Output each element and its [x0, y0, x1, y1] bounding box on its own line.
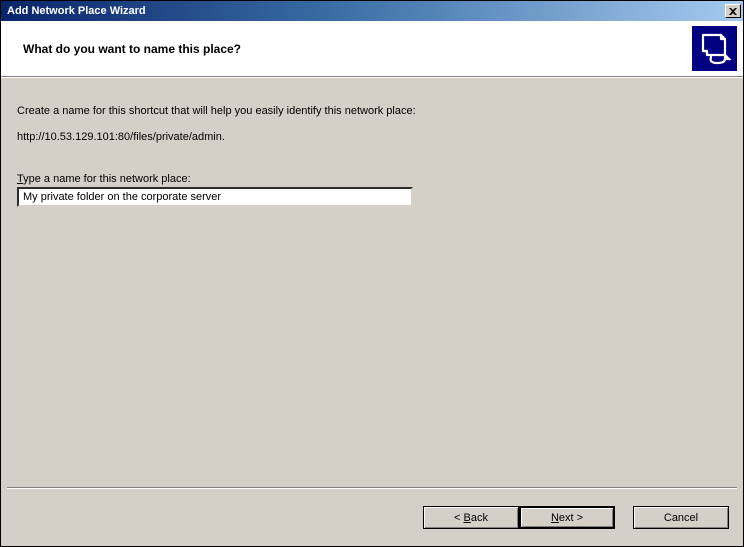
next-button[interactable]: Next >: [519, 506, 615, 529]
name-input-label: Type a name for this network place:: [17, 173, 727, 185]
label-post: ype a name for this network place:: [23, 173, 191, 185]
header-question: What do you want to name this place?: [23, 42, 241, 56]
window-title: Add Network Place Wizard: [7, 5, 725, 17]
wizard-window: Add Network Place Wizard What do you wan…: [0, 0, 744, 547]
close-icon: [729, 8, 737, 15]
back-mnemonic: B: [464, 512, 471, 524]
close-button[interactable]: [725, 4, 741, 18]
instruction-text: Create a name for this shortcut that wil…: [17, 105, 727, 117]
titlebar: Add Network Place Wizard: [1, 1, 743, 21]
back-button[interactable]: < Back: [423, 506, 519, 529]
network-place-name-input[interactable]: [17, 187, 413, 207]
back-post: ack: [471, 512, 488, 524]
nav-button-group: < Back Next >: [423, 506, 615, 529]
next-post: ext >: [559, 512, 583, 524]
cancel-button[interactable]: Cancel: [633, 506, 729, 529]
wizard-header: What do you want to name this place?: [1, 21, 743, 77]
network-place-icon: [692, 26, 737, 71]
next-mnemonic: N: [551, 512, 559, 524]
wizard-body: Create a name for this shortcut that wil…: [1, 77, 743, 487]
back-pre: <: [454, 512, 463, 524]
network-address-text: http://10.53.129.101:80/files/private/ad…: [17, 131, 727, 143]
wizard-footer: < Back Next > Cancel: [1, 489, 743, 546]
